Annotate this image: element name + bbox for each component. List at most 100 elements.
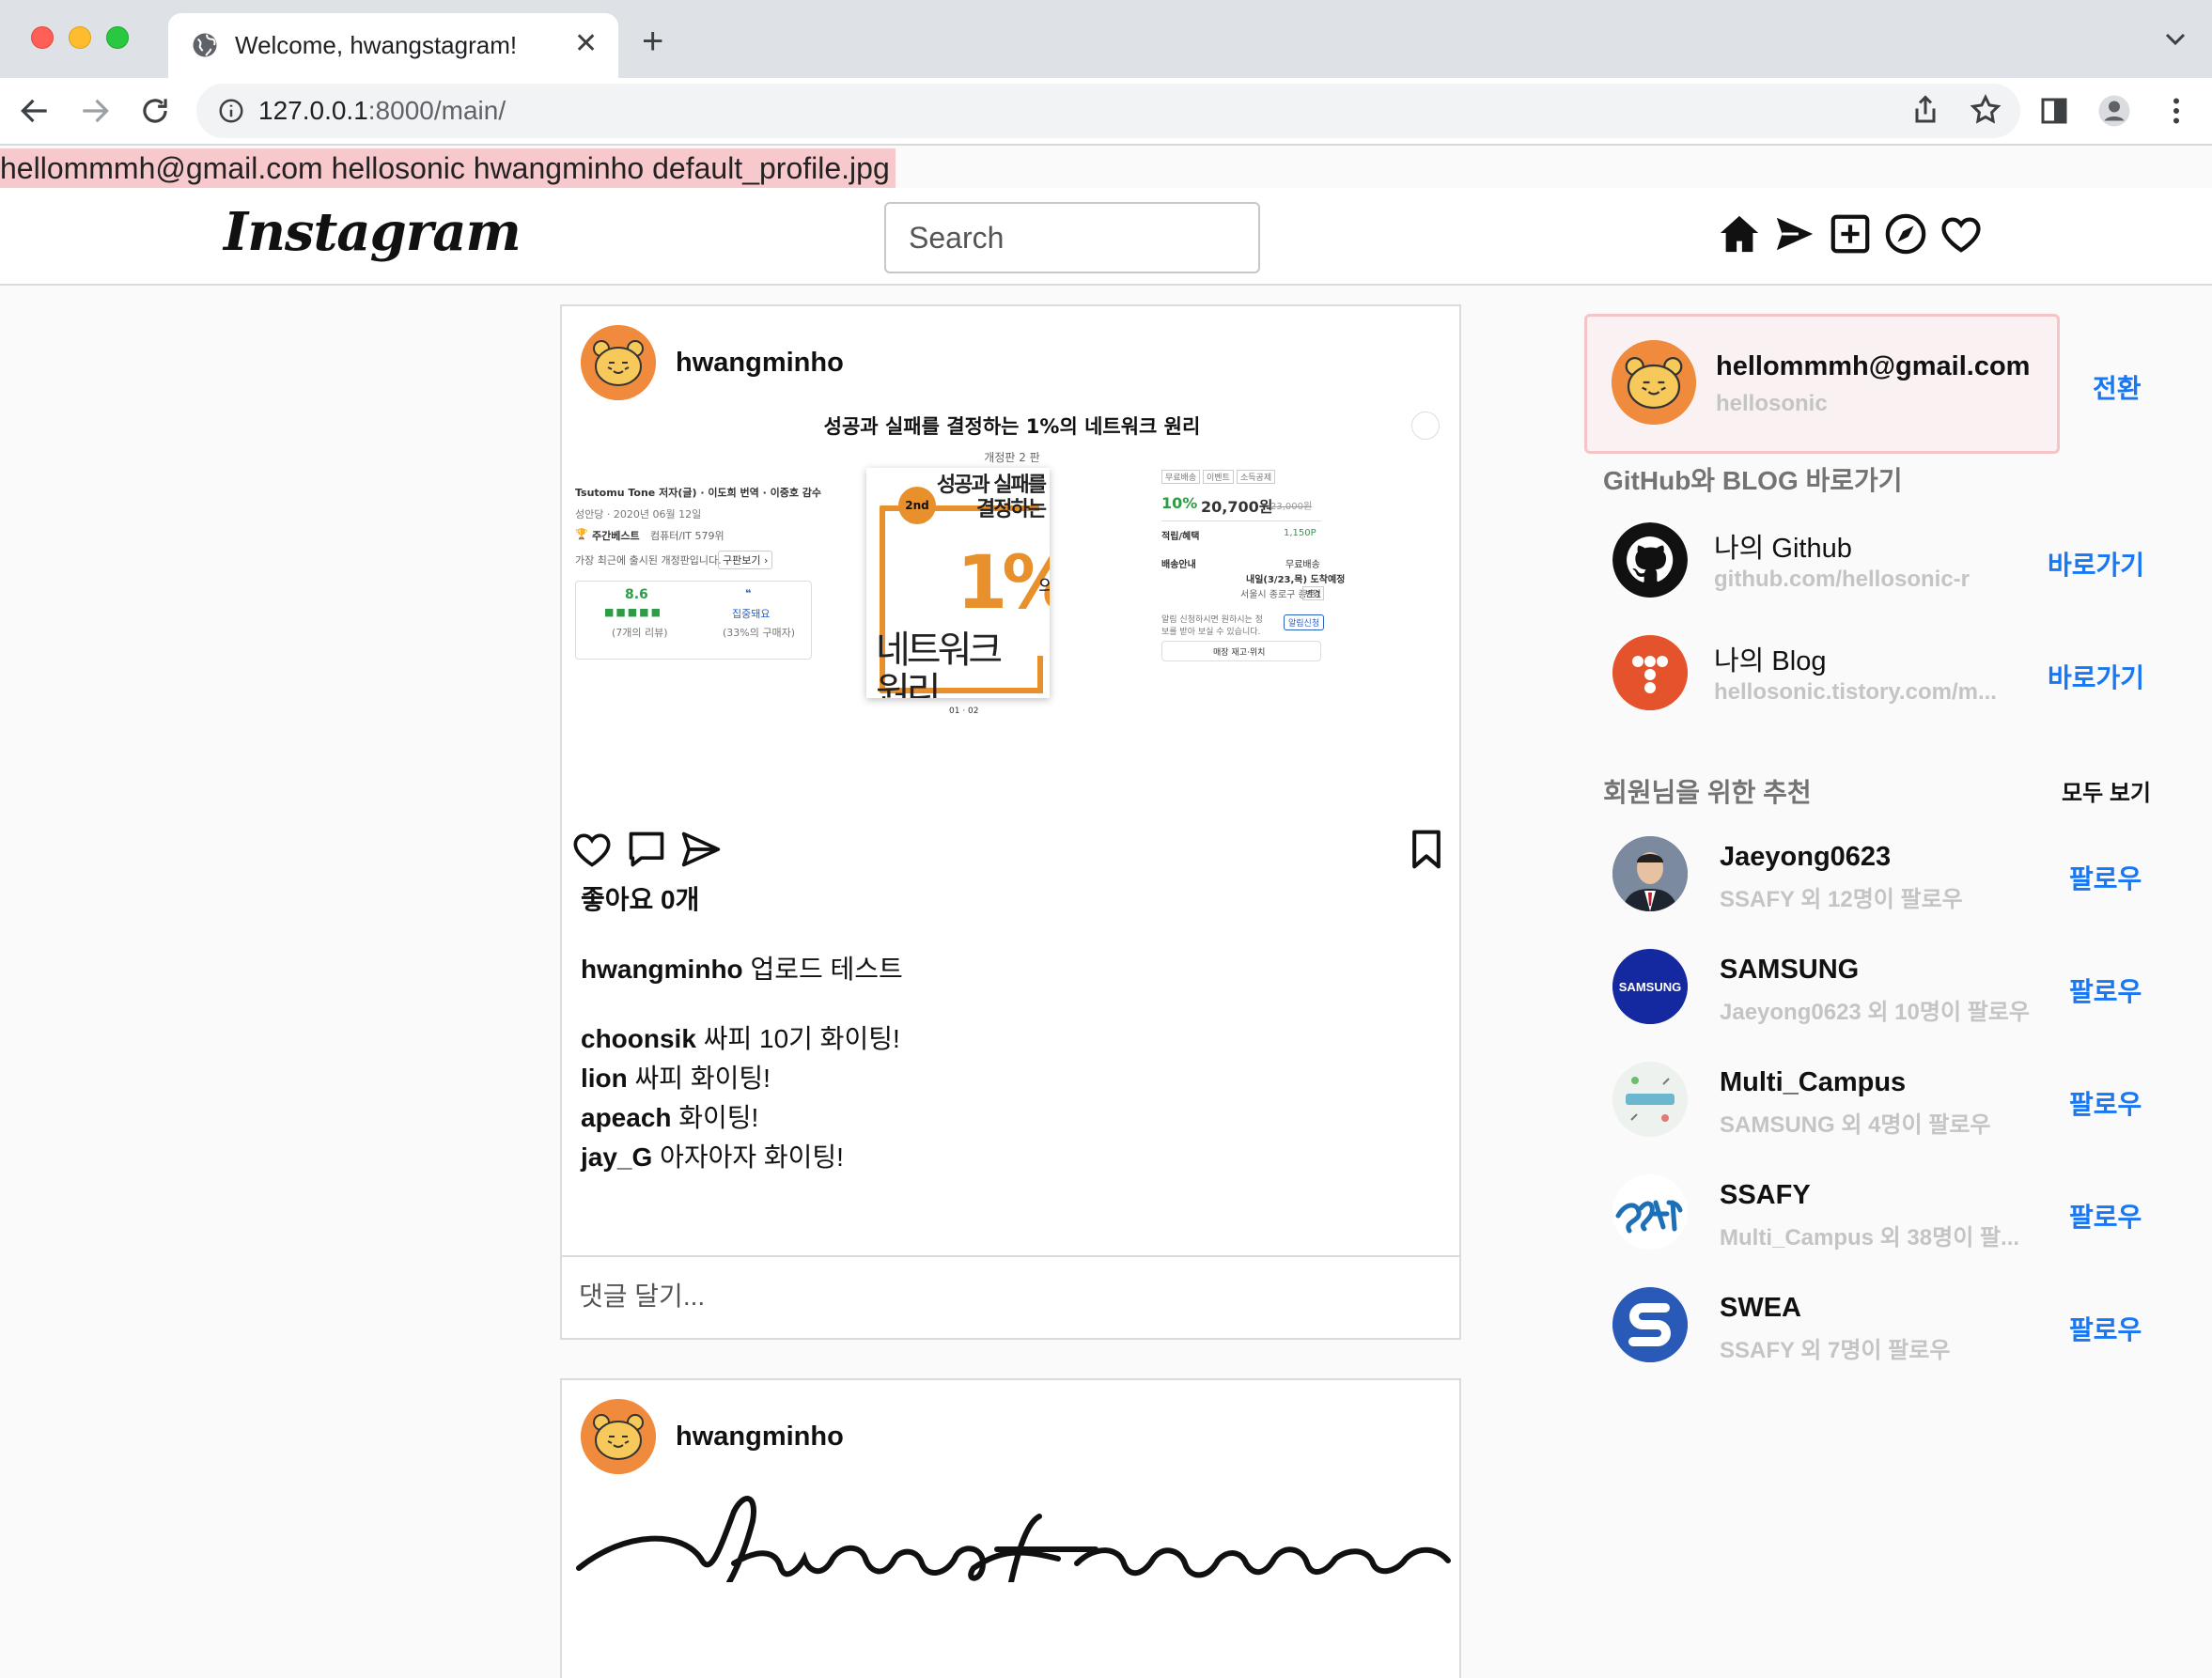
send-icon[interactable]: [680, 829, 722, 870]
address-bar[interactable]: 127.0.0.1:8000/main/: [196, 84, 2020, 138]
recommendation-followers: SSAFY 외 7명이 팔로우: [1720, 1338, 1951, 1363]
book-title: 성공과 실패를 결정하는 1%의 네트워크 원리: [823, 415, 1201, 438]
tistory-icon: [1612, 635, 1688, 710]
post-avatar[interactable]: [581, 325, 656, 400]
caption-text: 업로드 테스트: [750, 955, 903, 984]
follow-button[interactable]: 팔로우: [2069, 859, 2142, 896]
post-caption: hwangminho 업로드 테스트: [581, 949, 903, 987]
switch-account-link[interactable]: 전환: [2093, 368, 2142, 406]
bear-face-icon: [1612, 340, 1696, 425]
close-window-button[interactable]: [31, 26, 54, 49]
like-heart-icon[interactable]: [571, 829, 613, 870]
recommendation-avatar[interactable]: [1612, 1062, 1688, 1137]
github-icon: [1612, 522, 1688, 598]
post-image[interactable]: 성공과 실패를 결정하는 1%의 네트워크 원리 개정판 2 판 Tsutomu…: [575, 412, 1449, 806]
recommendations-heading: 회원님을 위한 추천: [1603, 778, 1812, 807]
browser-tab[interactable]: Welcome, hwangstagram! ✕: [168, 13, 618, 78]
my-nickname: hellosonic: [1716, 391, 1828, 416]
bear-face-icon: [581, 325, 656, 400]
tag-tax: 소득공제: [1237, 470, 1276, 484]
comment-item: jay_G 아자아자 화이팅!: [581, 1137, 844, 1174]
recommendation-name[interactable]: SAMSUNG: [1720, 955, 1859, 986]
rating-box: 8.6 ■■■■■ (7개의 리뷰) ❝ 집중돼요 (33%의 구매자): [575, 581, 812, 660]
recommendation-avatar[interactable]: [1612, 836, 1688, 911]
comment-bar: [562, 1255, 1459, 1338]
heart-icon[interactable]: [1939, 212, 1983, 256]
github-avatar[interactable]: [1612, 522, 1688, 598]
ssafy-logo-icon: [1612, 1174, 1688, 1250]
comment-text: 아자아자 화이팅!: [660, 1142, 844, 1172]
recommendation-avatar[interactable]: [1612, 1174, 1688, 1250]
person-photo-icon: [1612, 836, 1688, 911]
back-arrow-icon[interactable]: [17, 93, 53, 129]
home-icon[interactable]: [1718, 212, 1761, 256]
search-input[interactable]: [884, 202, 1260, 273]
samsung-logo-icon: SAMSUNG: [1612, 949, 1688, 1024]
book-cover: 2nd 성공과 실패를 결정하는 1% 의 네트워크 원리: [866, 468, 1050, 698]
my-email[interactable]: hellommmh@gmail.com: [1716, 351, 2030, 382]
recommendation-avatar[interactable]: SAMSUNG: [1612, 949, 1688, 1024]
tab-close-icon[interactable]: ✕: [574, 30, 598, 58]
recommendation-avatar[interactable]: [1612, 1287, 1688, 1362]
minimize-window-button[interactable]: [69, 26, 91, 49]
direct-message-icon[interactable]: [1773, 212, 1816, 256]
explore-compass-icon[interactable]: [1884, 212, 1927, 256]
comment-username[interactable]: jay_G: [581, 1142, 652, 1172]
blog-url: hellosonic.tistory.com/m...: [1714, 679, 1997, 705]
follow-button[interactable]: 팔로우: [2069, 971, 2142, 1009]
recommendation-name[interactable]: SSAFY: [1720, 1180, 1811, 1211]
kebab-menu-icon[interactable]: [2159, 94, 2193, 128]
bear-face-icon: [581, 1399, 656, 1474]
blog-go-link[interactable]: 바로가기: [2048, 658, 2144, 695]
post-avatar[interactable]: [581, 1399, 656, 1474]
recommendation-name[interactable]: Multi_Campus: [1720, 1067, 1906, 1098]
comment-icon[interactable]: [626, 829, 667, 870]
comment-input[interactable]: [579, 1272, 1434, 1321]
swea-logo-icon: [1612, 1287, 1688, 1362]
shipping-free: 무료배송: [1285, 560, 1320, 570]
cover-title: 성공과 실패를 결정하는: [936, 474, 1047, 521]
caption-username[interactable]: hwangminho: [581, 955, 743, 984]
tab-title: Welcome, hwangstagram!: [235, 31, 518, 59]
url-text: 127.0.0.1:8000/main/: [258, 96, 506, 126]
my-avatar[interactable]: [1612, 340, 1696, 425]
side-panel-icon[interactable]: [2037, 94, 2071, 128]
follow-button[interactable]: 팔로우: [2069, 1084, 2142, 1122]
blog-avatar[interactable]: [1612, 635, 1688, 710]
share-icon[interactable]: [1908, 93, 1942, 127]
follow-button[interactable]: 팔로우: [2069, 1197, 2142, 1235]
comment-username[interactable]: lion: [581, 1064, 628, 1093]
recommendation-name[interactable]: Jaeyong0623: [1720, 842, 1891, 873]
blog-title: 나의 Blog: [1714, 646, 1827, 676]
profile-icon[interactable]: [2097, 94, 2131, 128]
recommendation-name[interactable]: SWEA: [1720, 1293, 1801, 1324]
book-note: 가장 최근에 출시된 개정판입니다.: [575, 554, 722, 567]
post-username[interactable]: hwangminho: [676, 1422, 844, 1453]
feed-post: hwangminho: [560, 1378, 1461, 1678]
chevron-down-icon[interactable]: [2161, 30, 2189, 49]
cover-ui: 의: [1038, 575, 1050, 598]
info-icon[interactable]: [217, 97, 245, 125]
forward-arrow-icon[interactable]: [77, 93, 113, 129]
new-tab-icon[interactable]: +: [642, 23, 663, 60]
github-go-link[interactable]: 바로가기: [2048, 545, 2144, 583]
star-icon[interactable]: [1969, 93, 2002, 127]
bookmark-icon[interactable]: [1406, 829, 1447, 870]
comment-username[interactable]: choonsik: [581, 1024, 696, 1053]
original-price: 23,000원: [1270, 502, 1313, 512]
reload-icon[interactable]: [137, 93, 173, 129]
post-username[interactable]: hwangminho: [676, 348, 844, 379]
github-url: github.com/hellosonic-r: [1714, 567, 1971, 592]
follow-button[interactable]: 팔로우: [2069, 1310, 2142, 1347]
store-stock-label: 매장 재고·위치: [1213, 648, 1266, 658]
instagram-logo[interactable]: Instagram: [224, 201, 522, 263]
signature-image[interactable]: [569, 1493, 1453, 1582]
links-heading: GitHub와 BLOG 바로가기: [1603, 466, 1903, 495]
maximize-window-button[interactable]: [106, 26, 129, 49]
shipping-change-button: 변경: [1302, 586, 1324, 600]
add-post-icon[interactable]: [1829, 212, 1872, 256]
comment-username[interactable]: apeach: [581, 1103, 672, 1132]
site-header: Instagram: [0, 188, 2212, 286]
old-edition-button: 구판보기 ›: [718, 551, 773, 569]
see-all-link[interactable]: 모두 보기: [2062, 774, 2151, 807]
